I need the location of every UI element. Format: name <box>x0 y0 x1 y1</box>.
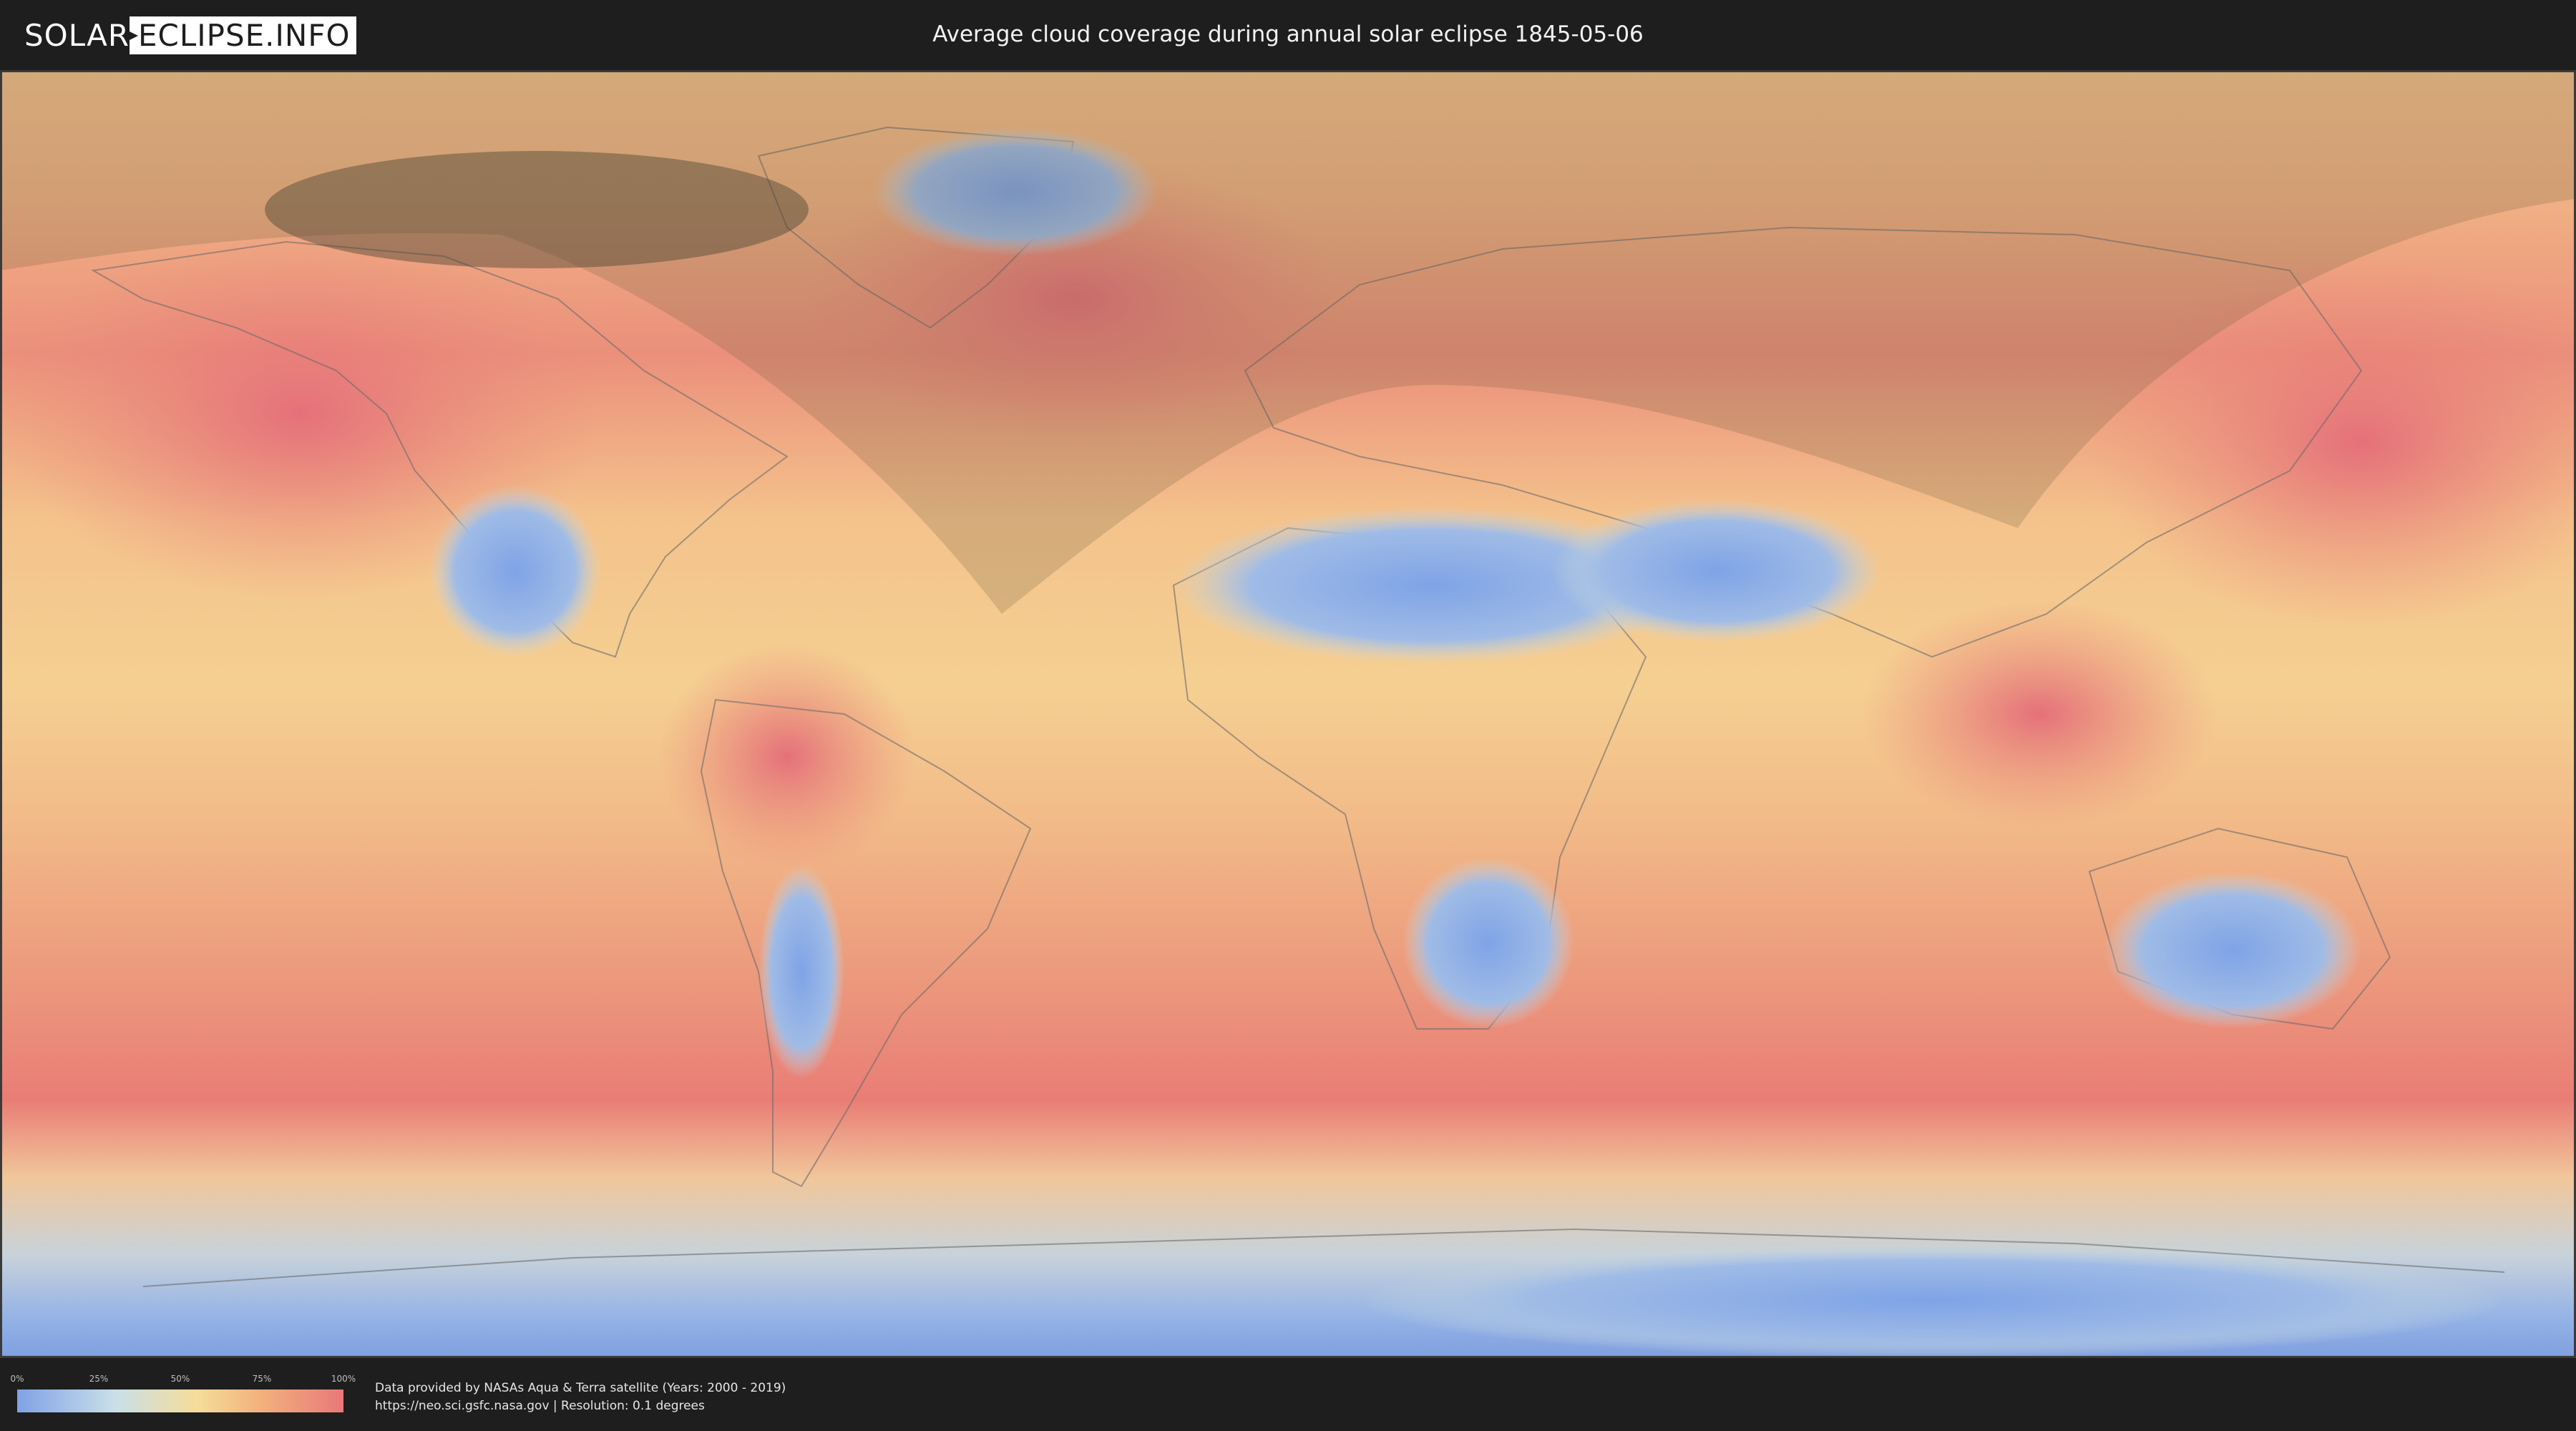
credit-line-source: Data provided by NASAs Aqua & Terra sate… <box>375 1381 786 1395</box>
footer-bar: 0% 25% 50% 75% 100% Data provided by NAS… <box>0 1358 2576 1431</box>
mexico-clear <box>429 485 601 657</box>
amazon-cloud <box>658 643 916 871</box>
header-bar: SOLAR ECLIPSE.INFO Average cloud coverag… <box>0 0 2576 70</box>
annular-path-region <box>265 151 809 268</box>
arabia-clear <box>1553 499 1882 643</box>
map-area[interactable] <box>0 70 2576 1358</box>
antarctica-clear <box>1360 1244 2504 1358</box>
legend-tick-75: 75% <box>252 1374 272 1384</box>
legend-tick-25: 25% <box>89 1374 109 1384</box>
cloud-legend: 0% 25% 50% 75% 100% <box>10 1374 356 1417</box>
legend-tick-100: 100% <box>331 1374 356 1384</box>
andes-clear <box>758 864 844 1079</box>
legend-ticks: 0% 25% 50% 75% 100% <box>10 1374 356 1387</box>
kalahari-clear <box>1402 857 1574 1029</box>
page-title: Average cloud coverage during annual sol… <box>932 21 1644 47</box>
data-credits: Data provided by NASAs Aqua & Terra sate… <box>375 1379 786 1415</box>
legend-color-bar <box>17 1390 343 1412</box>
legend-tick-50: 50% <box>170 1374 190 1384</box>
legend-tick-0: 0% <box>10 1374 24 1384</box>
credit-line-url[interactable]: https://neo.sci.gsfc.nasa.gov | Resoluti… <box>375 1397 786 1415</box>
maritime-asia-cloud <box>1860 600 2218 829</box>
cloud-coverage-map[interactable] <box>0 70 2576 1358</box>
australia-clear <box>2104 871 2361 1029</box>
